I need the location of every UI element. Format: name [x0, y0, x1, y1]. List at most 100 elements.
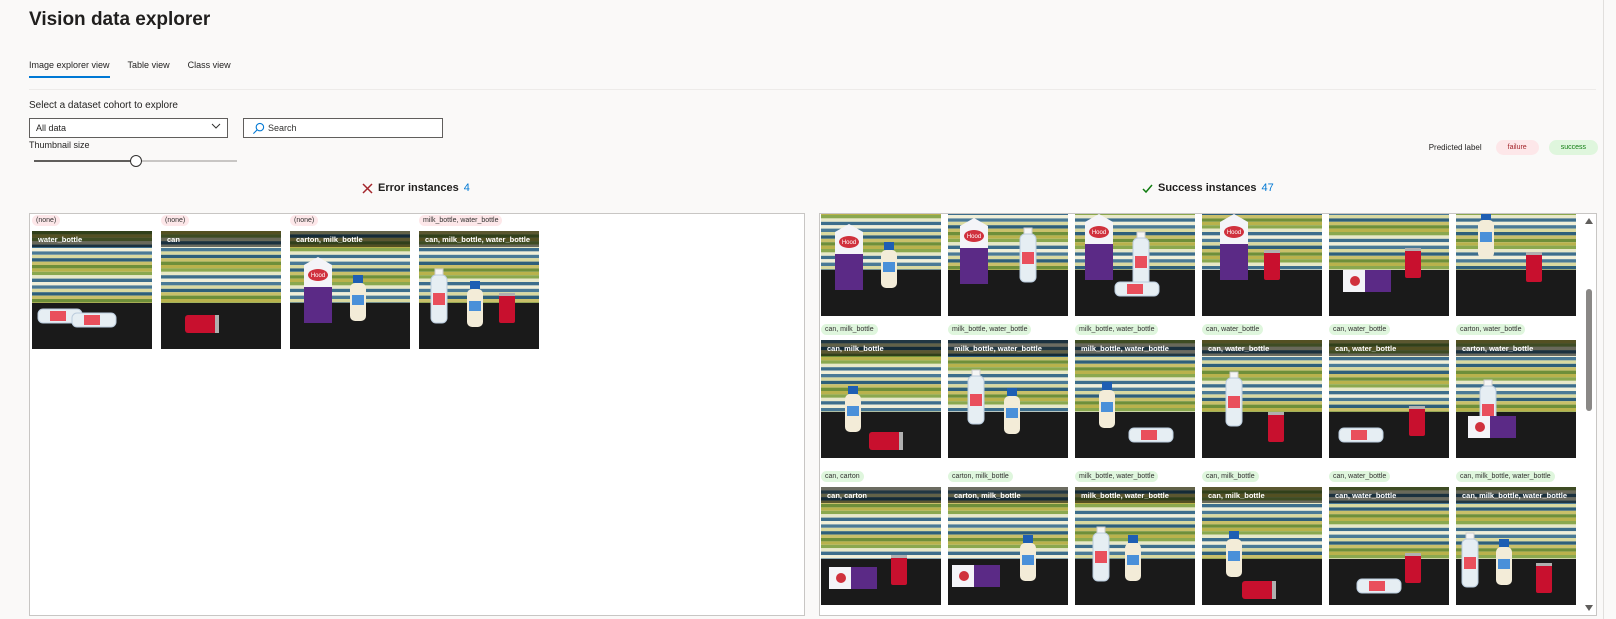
success-scrollbar[interactable] [1582, 214, 1596, 615]
true-label-caption: milk_bottle, water_bottle [1075, 340, 1195, 356]
tab-image-explorer[interactable]: Image explorer view [29, 58, 110, 78]
predicted-label-tag: can, milk_bottle [1202, 471, 1259, 482]
success-instances-panel[interactable]: can, milk_bottle, water_bottle can, milk_… [819, 213, 1597, 616]
thumbnail-image[interactable]: Hood carton, milk_bottle [290, 231, 410, 349]
error-instances-count: 4 [463, 182, 470, 194]
legend-label: Predicted label [1428, 143, 1482, 152]
page-title: Vision data explorer [29, 9, 211, 30]
thumbnail-image[interactable]: can, water_bottle [1329, 340, 1449, 458]
predicted-label-tag: can, water_bottle [1329, 471, 1391, 482]
true-label-caption: can, carton [821, 487, 941, 503]
image-tile[interactable]: (none) can [161, 215, 281, 353]
image-tile[interactable]: (none) water_bottle [32, 215, 152, 353]
scroll-down-icon[interactable] [1585, 605, 1593, 611]
thumbnail-size-slider[interactable] [34, 155, 237, 167]
error-instances-panel[interactable]: (none) water_bottle (none) can (none) Hood car… [29, 213, 805, 616]
predicted-label-tag: milk_bottle, water_bottle [1075, 471, 1159, 482]
image-tile[interactable]: Hood [1202, 214, 1322, 336]
thumbnail-image[interactable] [1456, 214, 1576, 316]
error-instances-title: Error instances [378, 182, 459, 194]
cohort-dropdown[interactable]: All data [29, 118, 228, 138]
true-label-caption: carton, milk_bottle [290, 231, 410, 247]
image-tile[interactable]: Hood [821, 214, 941, 336]
image-tile[interactable]: can, water_bottle can, water_bottle [1329, 471, 1449, 609]
image-tile[interactable]: milk_bottle, water_bottle milk_bottle, wa… [1075, 324, 1195, 462]
thumbnail-image[interactable]: can [161, 231, 281, 349]
true-label-caption: can, water_bottle [1329, 340, 1449, 356]
predicted-label-tag: carton, milk_bottle [948, 471, 1013, 482]
true-label-caption: water_bottle [32, 231, 152, 247]
success-instances-count: 47 [1261, 182, 1274, 194]
image-tile[interactable]: can, carton can, carton [821, 471, 941, 609]
thumbnail-image[interactable]: Hood [1202, 214, 1322, 316]
true-label-caption: milk_bottle, water_bottle [1075, 487, 1195, 503]
true-label-caption: can, water_bottle [1202, 340, 1322, 356]
thumbnail-image[interactable]: Hood [948, 214, 1068, 316]
image-tile[interactable]: can, water_bottle can, water_bottle [1202, 324, 1322, 462]
image-tile[interactable]: milk_bottle, water_bottle can, milk_bottl… [419, 215, 539, 353]
thumbnail-image[interactable]: can, carton [821, 487, 941, 605]
failure-badge: failure [1495, 140, 1539, 155]
predicted-label-tag: (none) [290, 215, 319, 226]
image-tile[interactable]: can, milk_bottle can, milk_bottle [821, 324, 941, 462]
view-tabs: Image explorer view Table view Class vie… [29, 58, 249, 78]
search-icon [252, 122, 265, 135]
error-instances-header: Error instances 4 [362, 182, 470, 194]
image-tile[interactable]: milk_bottle, water_bottle milk_bottle, wa… [1075, 471, 1195, 609]
true-label-caption: can, water_bottle [1329, 487, 1449, 503]
thumbnail-image[interactable]: Hood [1075, 214, 1195, 316]
thumbnail-image[interactable]: milk_bottle, water_bottle [948, 340, 1068, 458]
cohort-selected-value: All data [36, 123, 67, 133]
true-label-caption: carton, milk_bottle [948, 487, 1068, 503]
thumbnail-image[interactable]: can, water_bottle [1329, 487, 1449, 605]
thumbnail-image[interactable]: carton, water_bottle [1456, 340, 1576, 458]
true-label-caption: milk_bottle, water_bottle [948, 340, 1068, 356]
thumbnail-image[interactable]: can, milk_bottle, water_bottle [419, 231, 539, 349]
svg-text:Hood: Hood [311, 273, 325, 279]
scroll-up-icon[interactable] [1585, 218, 1593, 224]
thumbnail-image[interactable]: milk_bottle, water_bottle [1075, 487, 1195, 605]
image-tile[interactable]: can, milk_bottle can, milk_bottle [1202, 471, 1322, 609]
true-label-caption: can [161, 231, 281, 247]
true-label-caption: can, milk_bottle, water_bottle [419, 231, 539, 247]
thumbnail-image[interactable]: can, water_bottle [1202, 340, 1322, 458]
image-tile[interactable]: can, milk_bottle, water_bottle can, milk_… [1456, 471, 1576, 609]
scroll-thumb[interactable] [1586, 289, 1592, 411]
svg-text:Hood: Hood [1092, 230, 1106, 236]
thumbnail-image[interactable]: water_bottle [32, 231, 152, 349]
image-tile[interactable]: carton, milk_bottle carton, milk_bottle [948, 471, 1068, 609]
image-tile[interactable]: (none) Hood carton, milk_bottle [290, 215, 410, 353]
image-tile[interactable]: milk_bottle, water_bottle milk_bottle, wa… [948, 324, 1068, 462]
true-label-caption: can, milk_bottle [1202, 487, 1322, 503]
thumbnail-image[interactable]: can, milk_bottle, water_bottle [1456, 487, 1576, 605]
tab-class-view[interactable]: Class view [188, 58, 231, 78]
svg-text:Hood: Hood [1227, 230, 1241, 236]
predicted-label-tag: milk_bottle, water_bottle [419, 215, 503, 226]
thumbnail-image[interactable]: Hood [821, 214, 941, 316]
success-instances-title: Success instances [1158, 182, 1257, 194]
tab-divider [29, 89, 1596, 90]
image-tile[interactable]: carton, water_bottle carton, water_bottle [1456, 324, 1576, 462]
tab-table-view[interactable]: Table view [128, 58, 170, 78]
image-tile[interactable] [1329, 214, 1449, 336]
image-tile[interactable] [1456, 214, 1576, 336]
image-tile[interactable]: Hood [948, 214, 1068, 336]
predicted-label-tag: can, carton [821, 471, 864, 482]
thumbnail-size-label: Thumbnail size [29, 140, 90, 150]
thumbnail-image[interactable]: milk_bottle, water_bottle [1075, 340, 1195, 458]
thumbnail-image[interactable]: can, milk_bottle [1202, 487, 1322, 605]
thumbnail-image[interactable] [1329, 214, 1449, 316]
chevron-down-icon [211, 123, 221, 129]
slider-thumb[interactable] [129, 155, 142, 167]
search-input[interactable]: Search [243, 118, 443, 138]
thumbnail-image[interactable]: carton, milk_bottle [948, 487, 1068, 605]
predicted-label-tag: (none) [32, 215, 61, 226]
true-label-caption: carton, water_bottle [1456, 340, 1576, 356]
success-instances-header: Success instances 47 [1142, 182, 1274, 194]
image-tile[interactable]: Hood [1075, 214, 1195, 336]
search-placeholder: Search [268, 123, 297, 133]
image-tile[interactable]: can, water_bottle can, water_bottle [1329, 324, 1449, 462]
thumbnail-image[interactable]: can, milk_bottle [821, 340, 941, 458]
predicted-label-tag: can, milk_bottle, water_bottle [1456, 471, 1555, 482]
slider-fill [34, 160, 136, 162]
